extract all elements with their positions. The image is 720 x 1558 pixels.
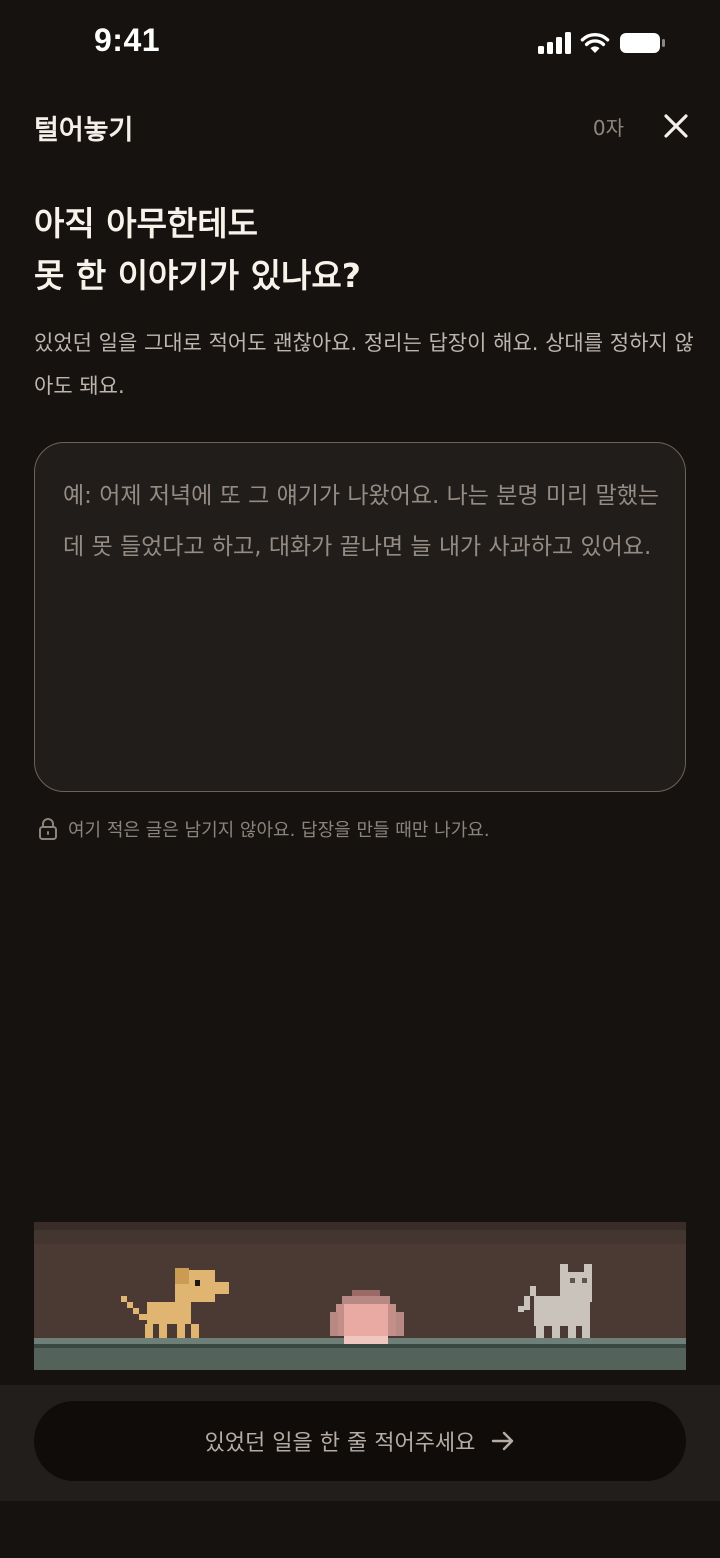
header: 털어놓기 0자 xyxy=(0,96,720,156)
close-button[interactable] xyxy=(658,108,694,144)
submit-button-label: 있었던 일을 한 줄 적어주세요 xyxy=(204,1431,476,1456)
close-icon xyxy=(664,114,688,138)
signal-icon xyxy=(538,32,571,54)
wifi-icon xyxy=(580,32,610,53)
page-title: 털어놓기 xyxy=(34,115,134,146)
char-count: 0자 xyxy=(592,116,624,140)
story-textarea[interactable]: 예: 어제 저녁에 또 그 얘기가 나왔어요. 나는 분명 미리 말했는데 못 … xyxy=(34,442,686,792)
privacy-note: 여기 적은 글은 남기지 않아요. 답장을 만들 때만 나가요. xyxy=(38,816,490,842)
headline-line-2: 못 한 이야기가 있나요? xyxy=(34,256,361,295)
battery-icon xyxy=(620,33,665,53)
lock-icon xyxy=(39,818,57,840)
headline-line-1: 아직 아무한테도 xyxy=(34,204,259,243)
privacy-text: 여기 적은 글은 남기지 않아요. 답장을 만들 때만 나가요. xyxy=(68,820,490,841)
description: 있었던 일을 그대로 적어도 괜찮아요. 정리는 답장이 해요. 상대를 정하지… xyxy=(34,331,694,398)
bottom-bar: 있었던 일을 한 줄 적어주세요 xyxy=(0,1385,720,1501)
submit-button[interactable]: 있었던 일을 한 줄 적어주세요 xyxy=(34,1401,686,1481)
status-icons xyxy=(538,30,666,56)
headline: 아직 아무한테도 못 한 이야기가 있나요? xyxy=(34,198,694,302)
status-bar: 9:41 xyxy=(0,0,720,86)
arrow-right-icon xyxy=(492,1431,514,1451)
pixel-scene xyxy=(34,1222,686,1370)
status-time: 9:41 xyxy=(94,22,161,58)
textarea-placeholder: 예: 어제 저녁에 또 그 얘기가 나왔어요. 나는 분명 미리 말했는데 못 … xyxy=(63,483,660,560)
